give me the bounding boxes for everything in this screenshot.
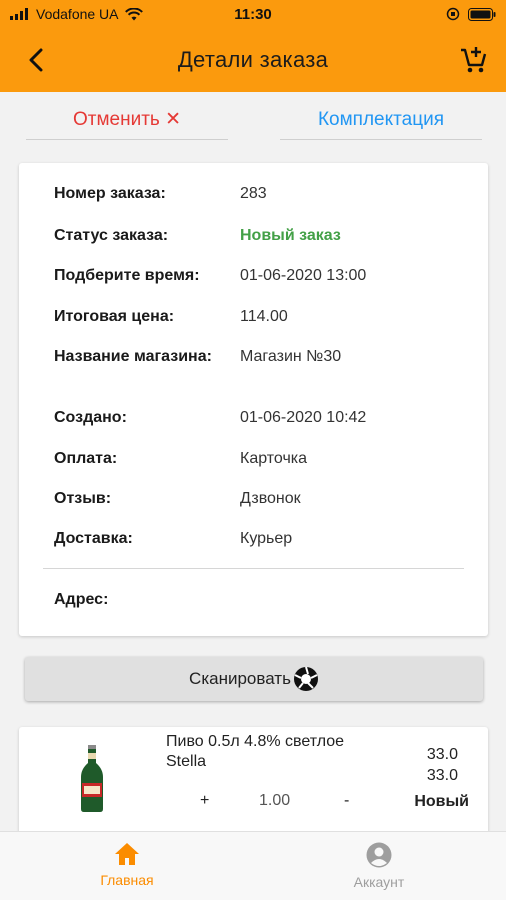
total-price-label: Итоговая цена: — [54, 308, 175, 325]
store-name-label: Название магазина: — [54, 348, 212, 365]
status-right — [316, 7, 496, 21]
product-quantity: 1.00 — [259, 792, 291, 809]
wifi-icon — [124, 7, 143, 20]
pick-time-row: Подберите время: 01-06-2020 13:00 — [54, 265, 468, 286]
status-left: Vodafone UA — [10, 6, 190, 22]
order-number-value: 283 — [240, 184, 267, 202]
beer-bottle-image — [81, 745, 103, 812]
orientation-lock-icon — [446, 7, 460, 21]
total-price-value: 114.00 — [240, 307, 288, 325]
delivery-row: Доставка: Курьер — [54, 528, 468, 549]
add-to-cart-button[interactable] — [456, 42, 490, 78]
payment-value: Карточка — [240, 449, 308, 467]
action-tabs: Отменить ✕ Комплектация — [0, 100, 506, 142]
nav-account[interactable]: Аккаунт — [309, 842, 449, 890]
status-bar: Vodafone UA 11:30 — [0, 0, 506, 28]
total-price-row: Итоговая цена: 114.00 — [54, 306, 468, 327]
account-circle-icon — [366, 842, 392, 868]
created-value: 01-06-2020 10:42 — [240, 408, 367, 426]
feedback-label: Отзыв: — [54, 490, 112, 507]
address-label: Адрес: — [54, 591, 109, 608]
store-name-value: Магазин №30 — [240, 347, 342, 365]
product-total: 33.0 — [426, 767, 458, 784]
page-title: Детали заказа — [177, 47, 329, 72]
scan-button-label: Сканировать — [189, 669, 291, 688]
pick-time-label: Подберите время: — [54, 267, 200, 284]
product-price: 33.0 — [426, 746, 458, 763]
product-name: Пиво 0.5л 4.8% светлое Stella — [166, 733, 345, 770]
picking-tab[interactable]: Комплектация — [280, 100, 482, 140]
nav-home-label: Главная — [100, 872, 154, 888]
nav-account-label: Аккаунт — [353, 874, 405, 890]
order-status-label: Статус заказа: — [54, 227, 169, 244]
increase-quantity-button[interactable]: + — [200, 792, 209, 810]
address-row: Адрес: — [54, 589, 468, 610]
signal-icon — [10, 8, 28, 20]
created-row: Создано: 01-06-2020 10:42 — [54, 407, 468, 428]
back-arrow-icon — [29, 48, 43, 72]
feedback-value: Дзвонок — [240, 489, 301, 507]
delivery-label: Доставка: — [54, 530, 133, 547]
order-details-card: Номер заказа: 283 Статус заказа: Новый з… — [19, 163, 488, 636]
order-status-row: Статус заказа: Новый заказ — [54, 225, 468, 246]
payment-label: Оплата: — [54, 450, 118, 467]
cancel-order-button[interactable]: Отменить ✕ — [26, 100, 228, 140]
bottom-navigation: Главная Аккаунт — [0, 831, 506, 900]
decrease-quantity-button[interactable]: - — [344, 792, 349, 810]
product-card[interactable]: Пиво 0.5л 4.8% светлое Stella 33.0 33.0 … — [19, 727, 488, 847]
created-label: Создано: — [54, 409, 127, 426]
app-bar: Детали заказа — [0, 28, 506, 92]
battery-icon — [468, 7, 496, 21]
home-icon — [115, 843, 139, 865]
delivery-value: Курьер — [240, 529, 293, 547]
order-status-value: Новый заказ — [240, 226, 341, 244]
camera-shutter-icon — [293, 666, 318, 691]
feedback-row: Отзыв: Дзвонок — [54, 488, 468, 509]
order-number-label: Номер заказа: — [54, 185, 166, 202]
store-name-row: Название магазина: Магазин №30 — [54, 346, 468, 367]
carrier-name: Vodafone UA — [36, 6, 119, 22]
nav-home[interactable]: Главная — [57, 842, 197, 888]
order-number-row: Номер заказа: 283 — [54, 183, 468, 204]
status-time: 11:30 — [234, 5, 272, 23]
payment-row: Оплата: Карточка — [54, 448, 468, 469]
back-button[interactable] — [20, 44, 52, 76]
divider — [43, 568, 464, 569]
product-status: Новый — [414, 793, 469, 810]
scan-button[interactable]: Сканировать — [25, 657, 483, 701]
add-shopping-cart-icon — [461, 47, 487, 73]
pick-time-value: 01-06-2020 13:00 — [240, 266, 367, 284]
